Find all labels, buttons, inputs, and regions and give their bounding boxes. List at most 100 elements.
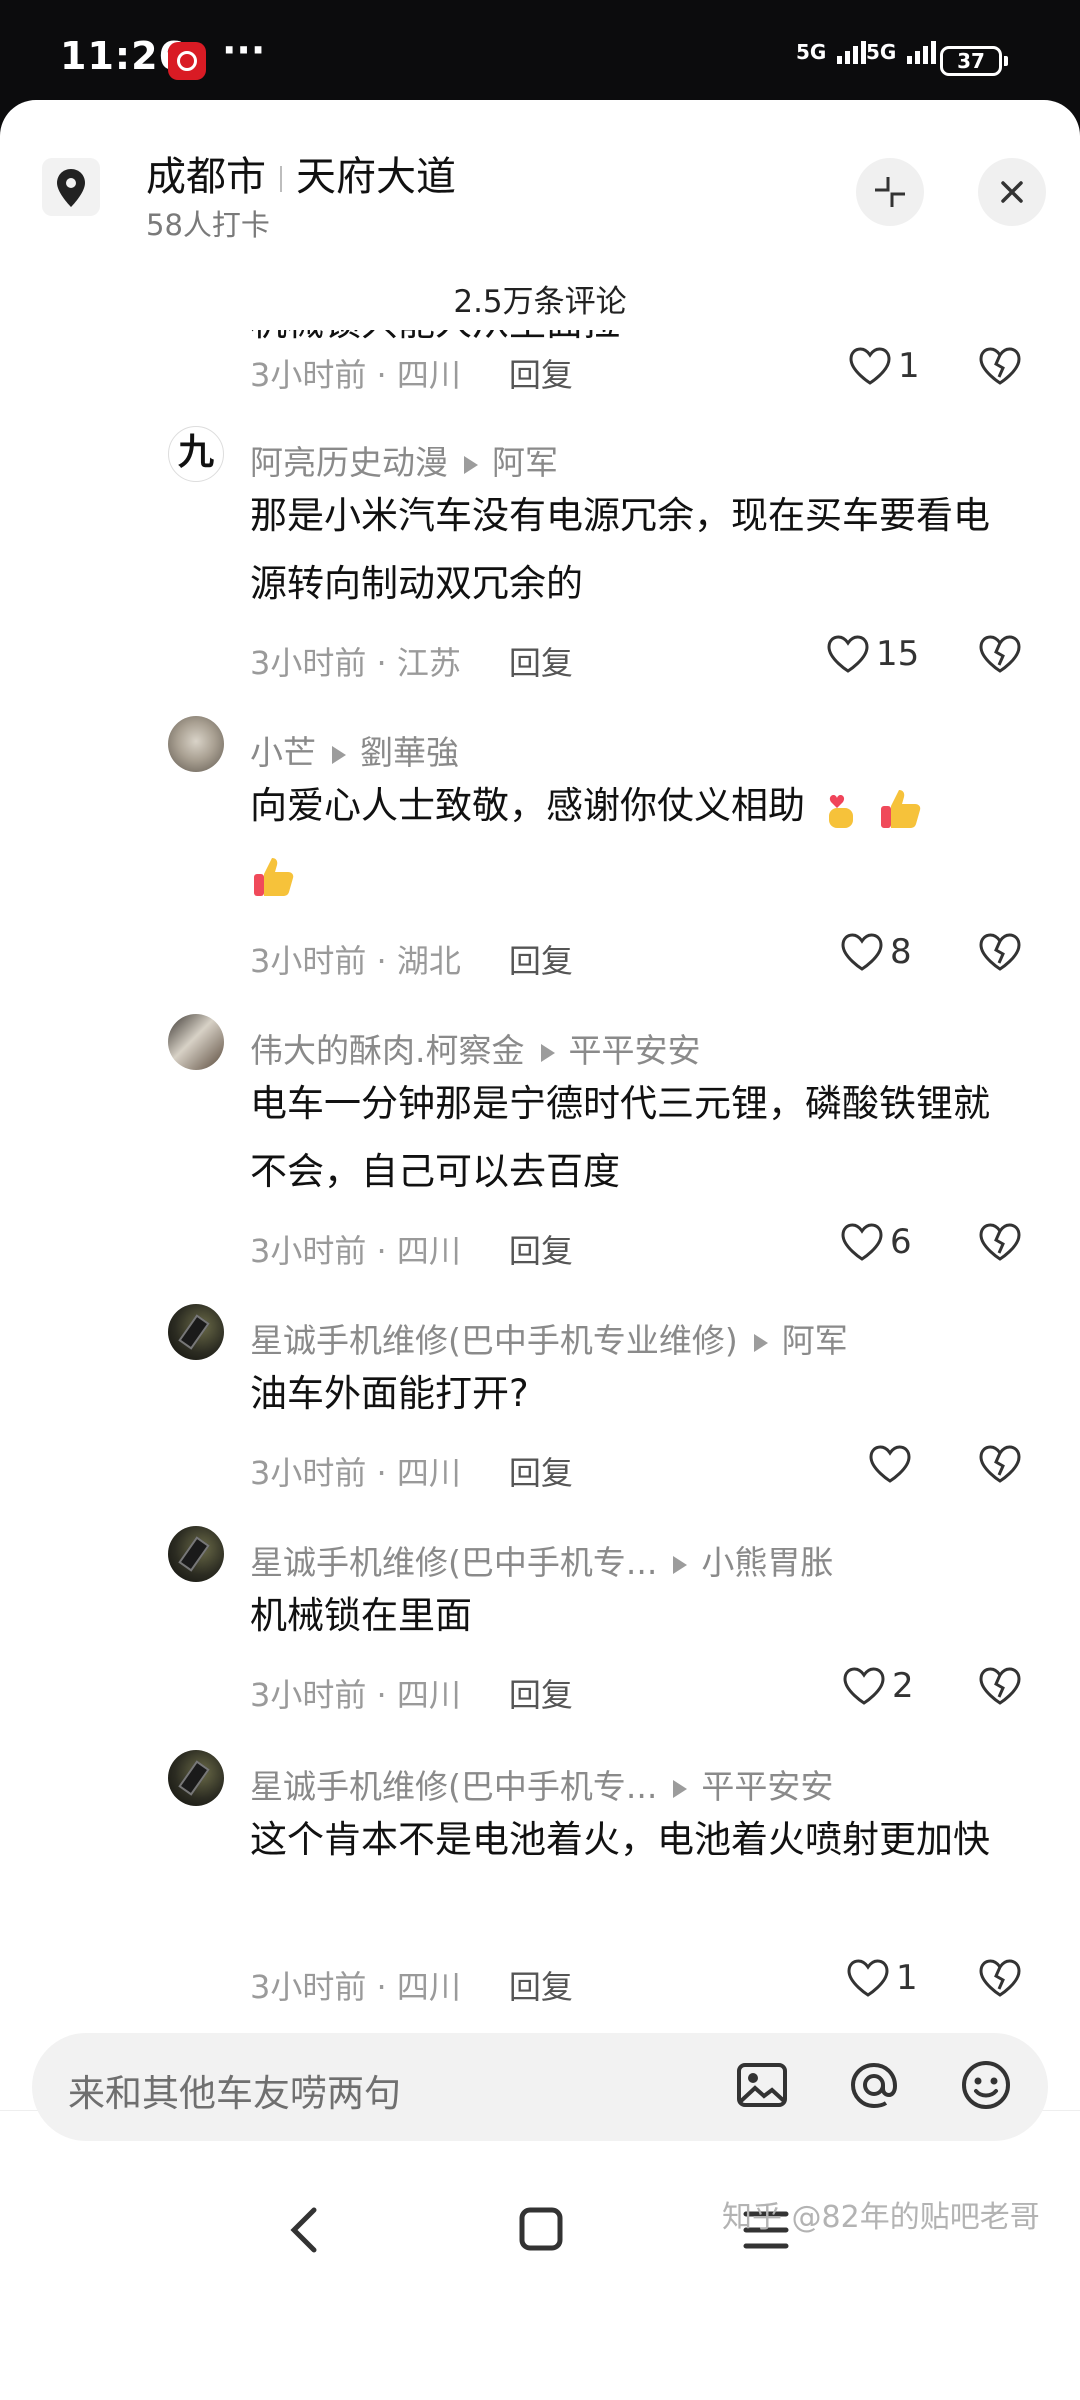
back-button[interactable]: [282, 2200, 326, 2264]
heart-icon: [869, 1444, 911, 1483]
comment-author-line[interactable]: 伟大的酥肉.柯察金 平平安安: [250, 1024, 701, 1072]
broken-heart-icon: [979, 1445, 1021, 1483]
home-button[interactable]: [512, 2200, 572, 2264]
comment-text: 那是小米汽车没有电源冗余，现在买车要看电源转向制动双冗余的: [250, 494, 990, 605]
comment-region: 四川: [396, 1968, 461, 2006]
comment-input[interactable]: 来和其他车友唠两句: [68, 2063, 401, 2117]
heart-icon: [849, 346, 891, 385]
reply-button[interactable]: 回复: [509, 1968, 573, 2006]
dislike-button[interactable]: [978, 1444, 1022, 1488]
comment-time: 3小时前: [250, 1968, 367, 2006]
reply-button[interactable]: 回复: [509, 942, 573, 980]
broken-heart-icon: [979, 933, 1021, 971]
avatar[interactable]: [168, 1750, 224, 1806]
reply-button[interactable]: 回复: [509, 356, 573, 394]
reply-arrow-icon: [464, 455, 478, 474]
comment-author-line[interactable]: 小芒 劉華強: [250, 726, 459, 774]
comment-time: 3小时前: [250, 356, 367, 394]
bank-app-icon: [168, 42, 206, 80]
comment-meta: 3小时前 · 江苏 回复: [250, 644, 573, 682]
home-square-icon: [519, 2207, 563, 2251]
collapse-button[interactable]: [856, 158, 924, 226]
reply-button[interactable]: 回复: [509, 644, 573, 682]
emoji-button[interactable]: [958, 2057, 1014, 2117]
comment-author-line[interactable]: 星诚手机维修(巴中手机专... 平平安安: [250, 1760, 833, 1808]
comment-author-line[interactable]: 星诚手机维修(巴中手机专业维修) 阿军: [250, 1314, 848, 1362]
comment-region: 江苏: [396, 644, 461, 682]
username: 小芒: [250, 733, 316, 772]
status-bar: 11:26 ··· 5G 5G 37: [0, 0, 1080, 100]
like-count: 1: [896, 1957, 918, 1998]
dislike-button[interactable]: [978, 1666, 1022, 1710]
like-button[interactable]: 15: [826, 632, 919, 674]
avatar[interactable]: [168, 1304, 224, 1360]
comment-text-content: 向爱心人士致敬，感谢你仗义相助: [250, 784, 805, 827]
like-button[interactable]: 8: [840, 930, 912, 972]
comment-text: 向爱心人士致敬，感谢你仗义相助: [250, 772, 1020, 908]
comment-text: 电车一分钟那是宁德时代三元锂，磷酸铁锂就不会，自己可以去百度: [250, 1082, 990, 1193]
comment-list[interactable]: 机械锁只能人从里面拉 3小时前 · 四川回复 1 九 阿亮历史动漫阿军 那是小米…: [0, 330, 1080, 2210]
close-icon: [1001, 181, 1023, 203]
heart-icon: [841, 932, 883, 971]
image-button[interactable]: [734, 2057, 790, 2117]
network-type-2: 5G: [866, 40, 897, 64]
thumbs-up-emoji-icon: [880, 789, 920, 828]
comment-text: 机械锁在里面: [250, 1594, 472, 1637]
mention-button[interactable]: [846, 2057, 902, 2117]
location-pin-icon[interactable]: [42, 158, 100, 216]
like-button[interactable]: [868, 1442, 918, 1484]
reply-button[interactable]: 回复: [509, 1232, 573, 1270]
comment-count: 2.5万条评论: [453, 284, 627, 320]
dislike-button[interactable]: [978, 932, 1022, 976]
heart-icon: [841, 1222, 883, 1261]
reply-to-user: 小熊胃胀: [701, 1543, 834, 1582]
close-button[interactable]: [978, 158, 1046, 226]
thumbs-up-emoji-icon: [254, 857, 294, 896]
like-count: 2: [892, 1665, 914, 1706]
dislike-button[interactable]: [978, 1222, 1022, 1266]
username: 星诚手机维修(巴中手机专业维修): [250, 1321, 738, 1360]
comment-region: 四川: [396, 1232, 461, 1270]
avatar[interactable]: 九: [168, 426, 224, 482]
reply-to-user: 平平安安: [568, 1031, 701, 1070]
dislike-button[interactable]: [978, 1958, 1022, 2002]
network-type-1: 5G: [796, 40, 827, 64]
comment-input-bar[interactable]: 来和其他车友唠两句: [32, 2033, 1048, 2141]
username: 阿亮历史动漫: [250, 443, 448, 482]
like-button[interactable]: 2: [842, 1664, 914, 1706]
avatar[interactable]: [168, 1014, 224, 1070]
broken-heart-icon: [979, 1223, 1021, 1261]
like-button[interactable]: 1: [848, 344, 920, 386]
comment-time: 3小时前: [250, 644, 367, 682]
reply-button[interactable]: 回复: [509, 1454, 573, 1492]
comment-author-line[interactable]: 星诚手机维修(巴中手机专... 小熊胃胀: [250, 1536, 833, 1584]
finger-heart-emoji-icon: [828, 794, 853, 828]
comment-time: 3小时前: [250, 942, 367, 980]
location-title[interactable]: 成都市 天府大道: [146, 144, 456, 202]
avatar[interactable]: [168, 1526, 224, 1582]
comment-meta: 3小时前 · 湖北 回复: [250, 942, 573, 980]
reply-to-user: 平平安安: [701, 1767, 834, 1806]
like-count: 6: [890, 1221, 912, 1262]
dislike-button[interactable]: [978, 634, 1022, 678]
image-icon: [737, 2063, 787, 2107]
like-count: 8: [890, 931, 912, 972]
reply-arrow-icon: [332, 745, 346, 764]
reply-arrow-icon: [540, 1043, 555, 1062]
like-button[interactable]: 6: [840, 1220, 912, 1262]
comment-region: 四川: [396, 1454, 461, 1492]
comment-author-line[interactable]: 阿亮历史动漫 阿军: [250, 436, 558, 484]
username: 伟大的酥肉.柯察金: [250, 1031, 525, 1070]
like-button[interactable]: 1: [846, 1956, 918, 1998]
avatar[interactable]: [168, 716, 224, 772]
reply-button[interactable]: 回复: [509, 1676, 573, 1714]
reply-arrow-icon: [673, 1779, 688, 1798]
clipped-comment-text: 机械锁只能人从里面拉: [250, 330, 620, 346]
comment-time: 3小时前: [250, 1454, 367, 1492]
username: 星诚手机维修(巴中手机专...: [250, 1543, 658, 1582]
signal-2-icon: 5G: [866, 40, 939, 64]
back-arrow-icon: [290, 2207, 317, 2253]
smiley-icon: [962, 2061, 1010, 2109]
dislike-button[interactable]: [978, 346, 1022, 390]
more-notifications-icon: ···: [222, 28, 266, 72]
